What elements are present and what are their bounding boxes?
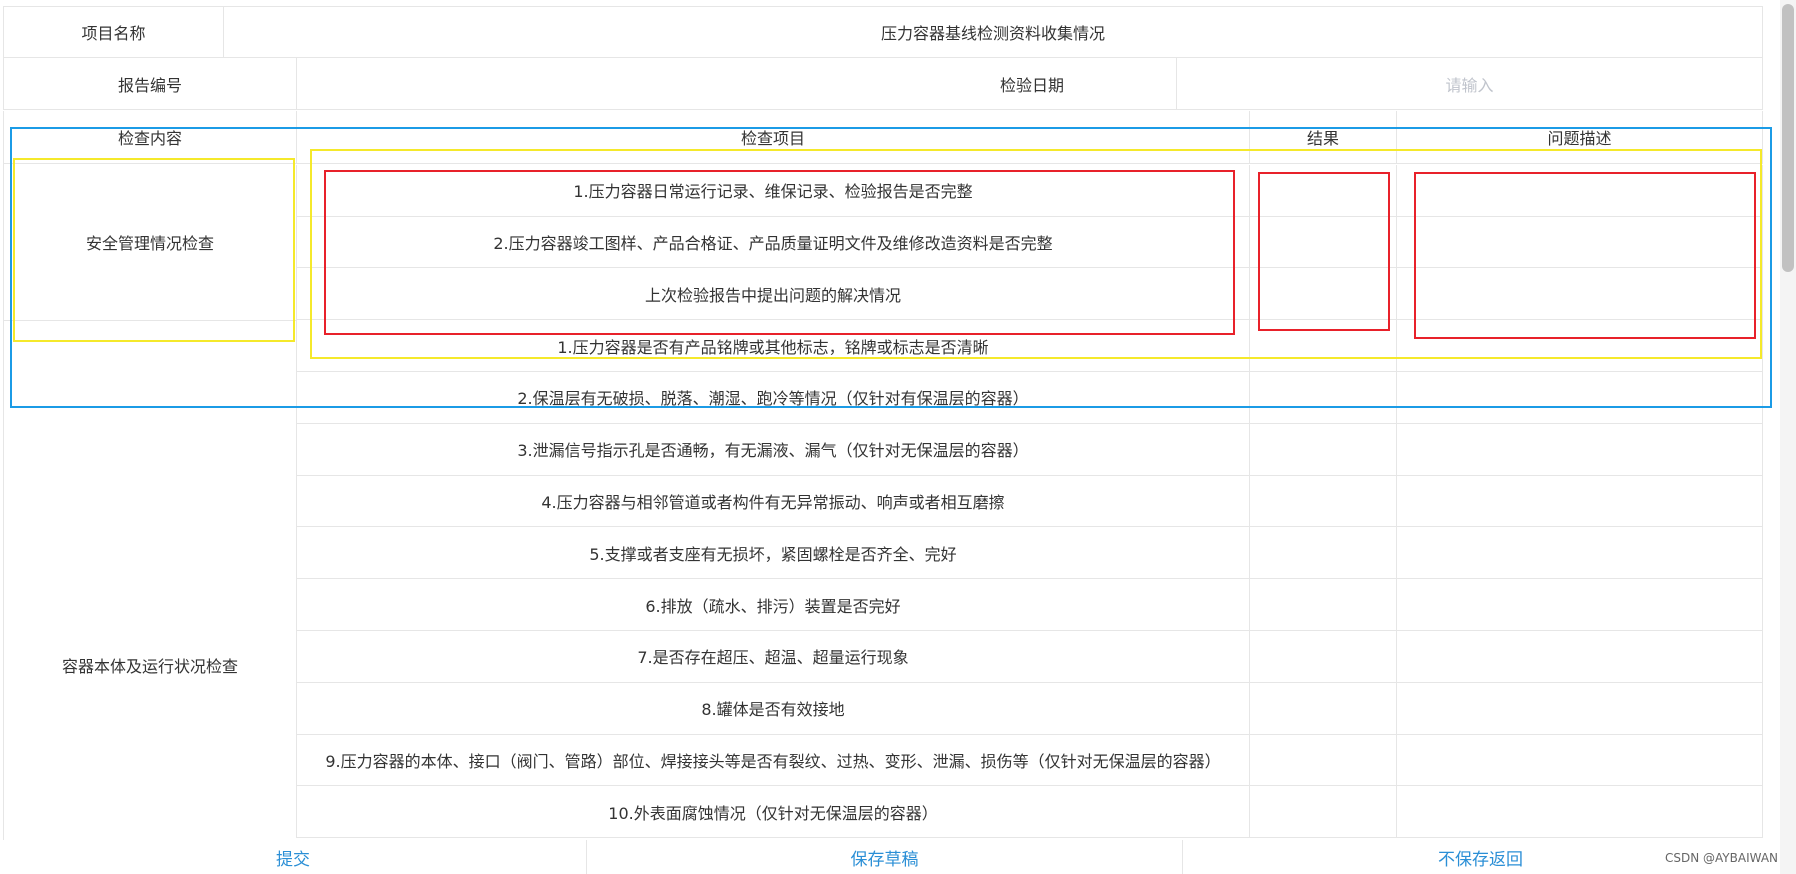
inspection-date-label: 检验日期 xyxy=(296,58,1176,110)
category-vessel-operation: 容器本体及运行状况检查 xyxy=(3,320,296,840)
result-cell[interactable] xyxy=(1249,372,1396,424)
save-draft-button[interactable]: 保存草稿 xyxy=(586,840,1182,874)
problem-description-cell[interactable] xyxy=(1396,631,1763,683)
check-item: 7.是否存在超压、超温、超量运行现象 xyxy=(296,631,1249,683)
header-check-content: 检查内容 xyxy=(3,111,296,164)
problem-description-cell[interactable] xyxy=(1396,786,1763,839)
inspection-form-table: 项目名称 压力容器基线检测资料收集情况 报告编号 检验日期 请输入 检查内容 检… xyxy=(0,0,1796,874)
problem-description-cell[interactable] xyxy=(1396,579,1763,631)
vertical-scrollbar[interactable] xyxy=(1780,0,1796,874)
problem-description-cell[interactable] xyxy=(1396,320,1763,372)
problem-description-cell[interactable] xyxy=(1396,682,1763,735)
report-number-label: 报告编号 xyxy=(3,58,296,110)
project-name-value: 压力容器基线检测资料收集情况 xyxy=(223,6,1763,58)
result-cell[interactable] xyxy=(1249,216,1396,269)
problem-description-cell[interactable] xyxy=(1396,268,1763,321)
result-cell[interactable] xyxy=(1249,164,1396,217)
inspection-date-input[interactable]: 请输入 xyxy=(1176,58,1763,110)
check-item: 1.压力容器日常运行记录、维保记录、检验报告是否完整 xyxy=(296,164,1249,217)
result-cell[interactable] xyxy=(1249,423,1396,476)
problem-description-cell[interactable] xyxy=(1396,734,1763,787)
result-cell[interactable] xyxy=(1249,268,1396,321)
header-check-item: 检查项目 xyxy=(296,111,1249,164)
scrollbar-thumb[interactable] xyxy=(1782,4,1794,272)
project-name-label: 项目名称 xyxy=(3,6,223,58)
check-item: 2.压力容器竣工图样、产品合格证、产品质量证明文件及维修改造资料是否完整 xyxy=(296,216,1249,269)
check-item: 1.压力容器是否有产品铭牌或其他标志，铭牌或标志是否清晰 xyxy=(296,320,1249,372)
check-item: 2.保温层有无破损、脱落、潮湿、跑冷等情况（仅针对有保温层的容器） xyxy=(296,372,1249,424)
check-item: 6.排放（疏水、排污）装置是否完好 xyxy=(296,579,1249,631)
action-bar: 提交 保存草稿 不保存返回 xyxy=(0,840,1766,874)
problem-description-cell[interactable] xyxy=(1396,475,1763,528)
result-cell[interactable] xyxy=(1249,475,1396,528)
result-cell[interactable] xyxy=(1249,734,1396,787)
problem-description-cell[interactable] xyxy=(1396,423,1763,476)
check-item: 8.罐体是否有效接地 xyxy=(296,682,1249,735)
check-item: 9.压力容器的本体、接口（阀门、管路）部位、焊接接头等是否有裂纹、过热、变形、泄… xyxy=(296,734,1249,787)
submit-button[interactable]: 提交 xyxy=(0,840,586,874)
check-item: 5.支撑或者支座有无损坏，紧固螺栓是否齐全、完好 xyxy=(296,527,1249,580)
check-item: 10.外表面腐蚀情况（仅针对无保温层的容器） xyxy=(296,786,1249,839)
check-item: 4.压力容器与相邻管道或者构件有无异常振动、响声或者相互磨擦 xyxy=(296,475,1249,528)
category-safety-management: 安全管理情况检查 xyxy=(3,164,296,321)
check-item: 3.泄漏信号指示孔是否通畅，有无漏液、漏气（仅针对无保温层的容器） xyxy=(296,423,1249,476)
problem-description-cell[interactable] xyxy=(1396,372,1763,424)
result-cell[interactable] xyxy=(1249,786,1396,839)
check-item: 上次检验报告中提出问题的解决情况 xyxy=(296,268,1249,321)
result-cell[interactable] xyxy=(1249,527,1396,580)
problem-description-cell[interactable] xyxy=(1396,164,1763,217)
result-cell[interactable] xyxy=(1249,631,1396,683)
problem-description-cell[interactable] xyxy=(1396,527,1763,580)
result-cell[interactable] xyxy=(1249,579,1396,631)
result-cell[interactable] xyxy=(1249,682,1396,735)
result-cell[interactable] xyxy=(1249,320,1396,372)
header-result: 结果 xyxy=(1249,111,1396,164)
problem-description-cell[interactable] xyxy=(1396,216,1763,269)
header-problem-description: 问题描述 xyxy=(1396,111,1763,164)
watermark: CSDN @AYBAIWAN xyxy=(1665,851,1779,865)
